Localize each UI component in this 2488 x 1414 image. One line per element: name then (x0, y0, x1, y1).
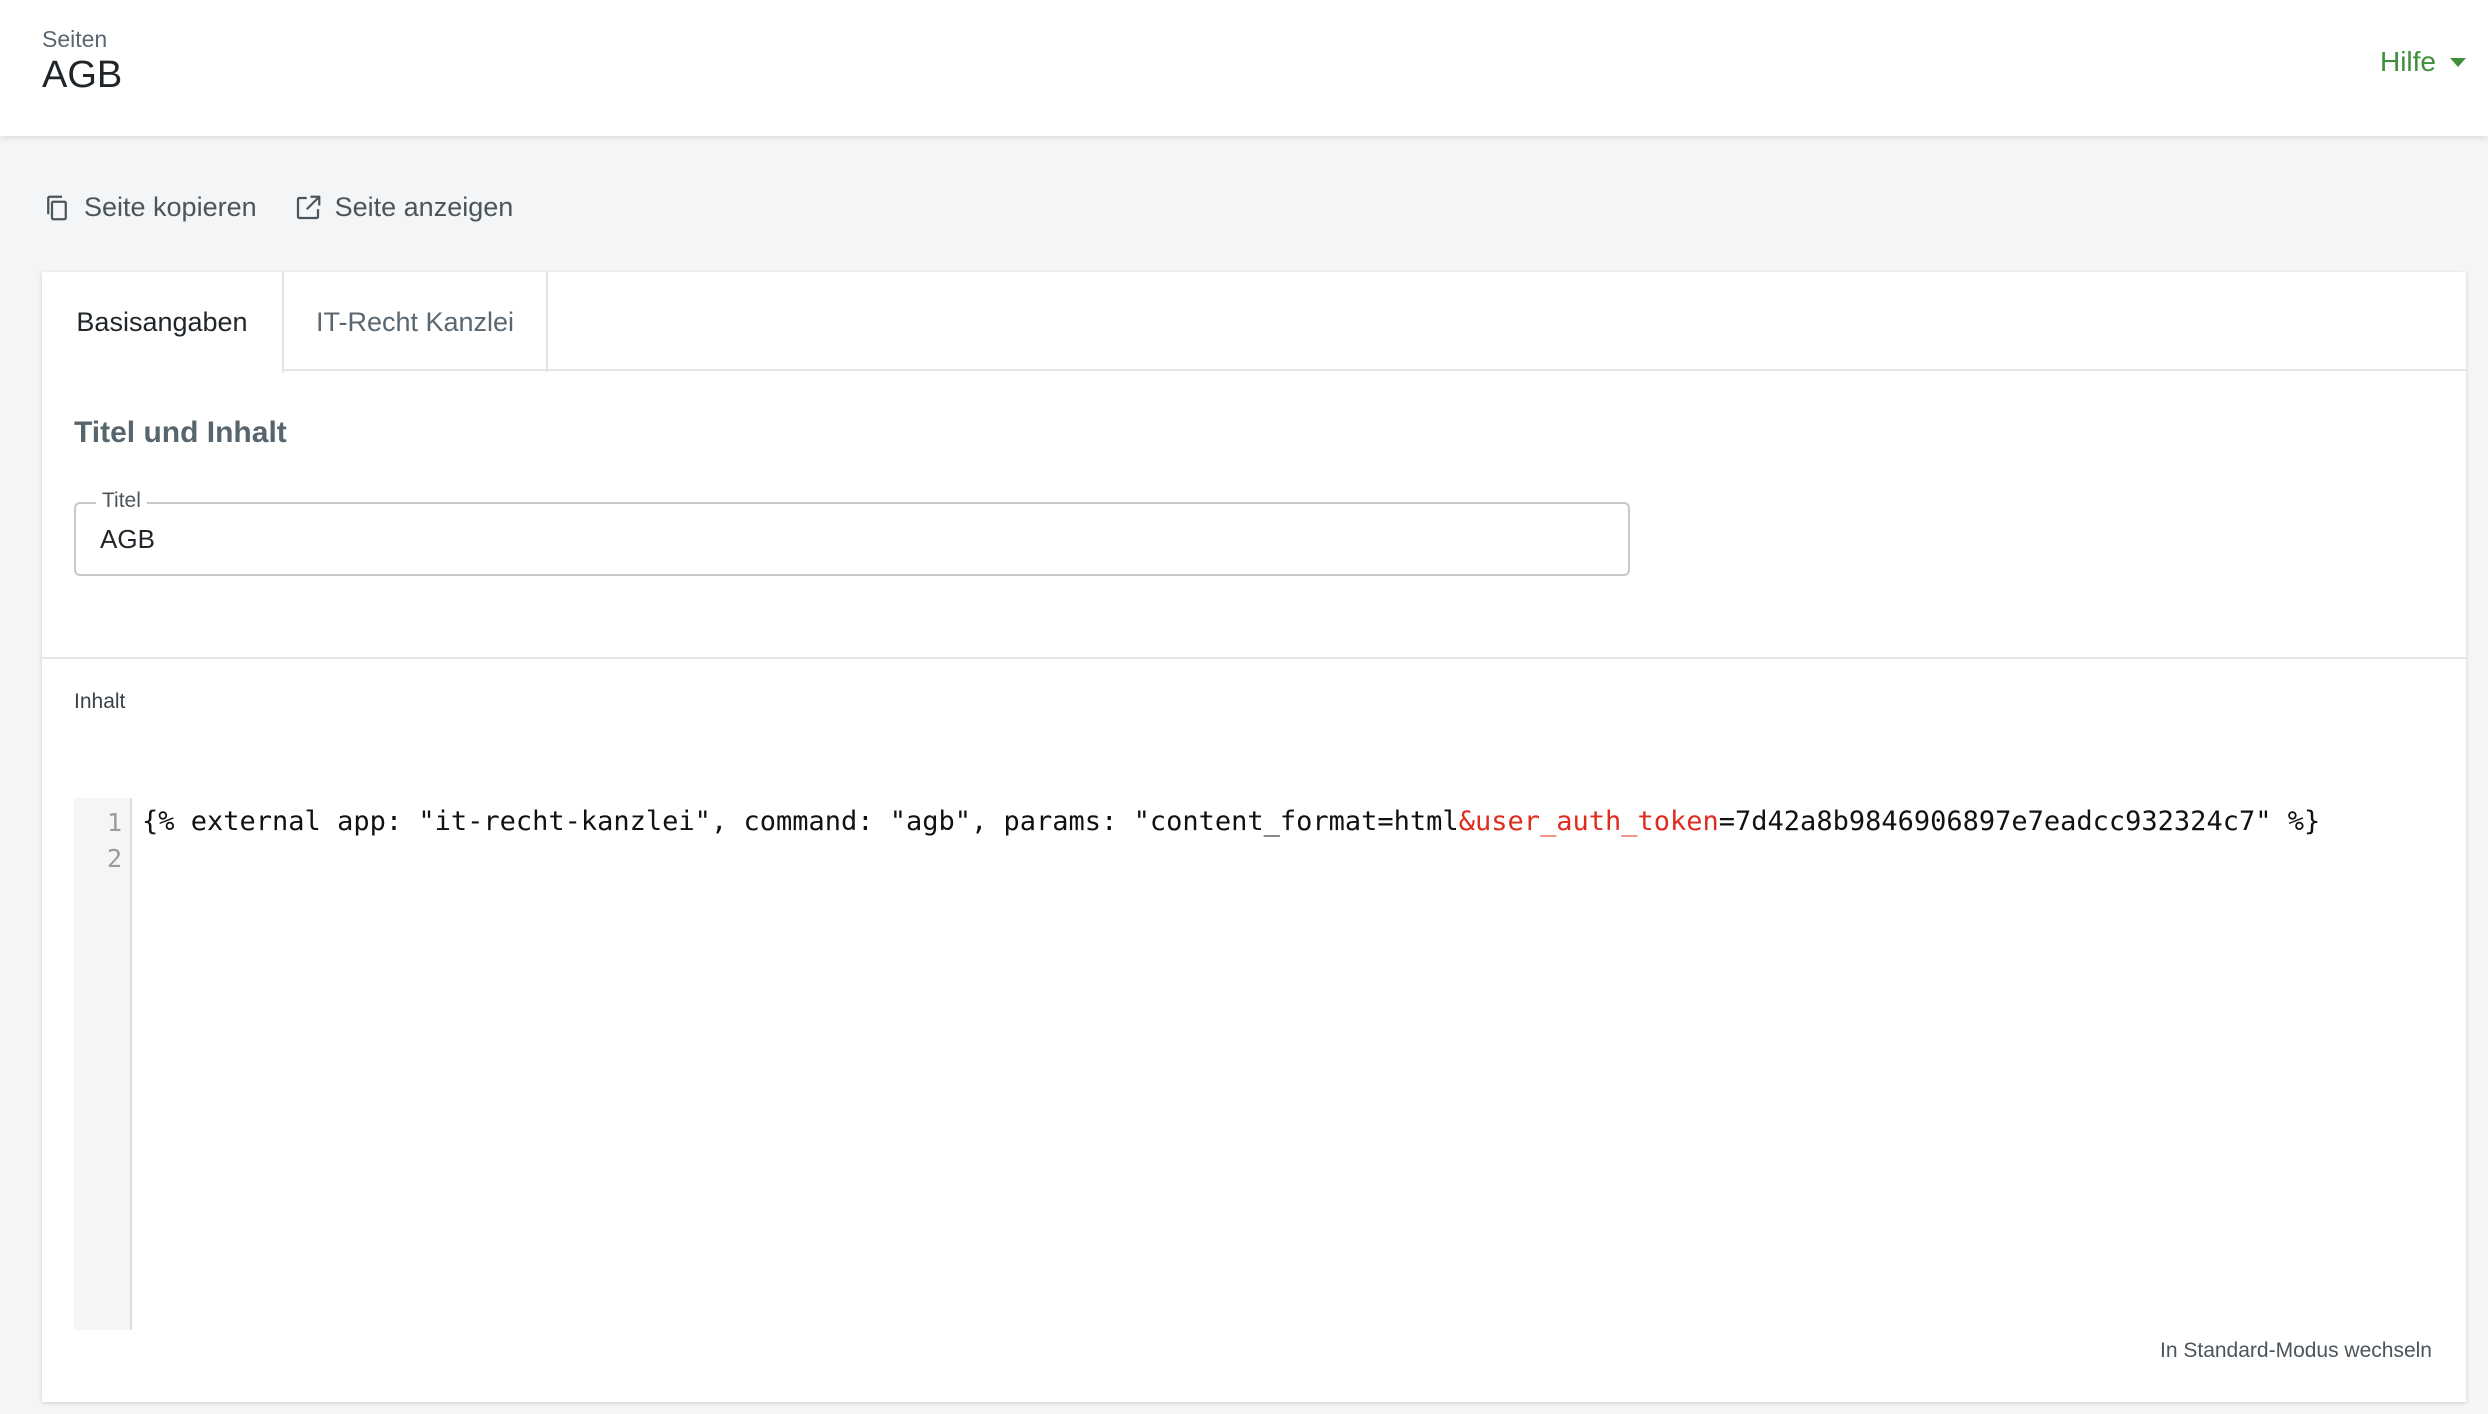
view-page-label: Seite anzeigen (334, 192, 514, 222)
code-token-highlight: &user_auth_token (1458, 806, 1719, 837)
external-link-icon (296, 195, 320, 219)
line-number-gutter: 1 2 (74, 798, 132, 1330)
code-editor[interactable]: 1 2 {% external app: "it-recht-kanzlei",… (74, 798, 2448, 1330)
help-menu-button[interactable]: Hilfe (2380, 46, 2466, 78)
title-field-label: Titel (96, 489, 147, 513)
content-label: Inhalt (74, 690, 126, 713)
line-number: 2 (106, 844, 122, 873)
title-input[interactable]: AGB (100, 524, 155, 555)
tab-bar: Basisangaben IT-Recht Kanzlei (42, 272, 2466, 373)
page-actions: Seite kopieren Seite anzeigen (42, 192, 513, 223)
line-number: 1 (106, 808, 122, 837)
title-field[interactable]: Titel AGB (74, 489, 1630, 576)
copy-page-button[interactable]: Seite kopieren (42, 192, 257, 223)
page-title: AGB (42, 54, 123, 96)
copy-icon (47, 195, 67, 220)
code-line[interactable]: {% external app: "it-recht-kanzlei", com… (142, 806, 2320, 837)
tab-basisangaben[interactable]: Basisangaben (42, 272, 284, 373)
page-edit-card: Basisangaben IT-Recht Kanzlei Titel und … (42, 272, 2466, 1402)
help-label: Hilfe (2379, 46, 2436, 77)
code-segment: =7d42a8b9846906897e7eadcc932324c7" %} (1718, 806, 2321, 837)
copy-page-label: Seite kopieren (84, 192, 257, 222)
switch-to-standard-mode-link[interactable]: In Standard-Modus wechseln (2160, 1339, 2432, 1363)
page-header: Seiten AGB Hilfe (0, 0, 2488, 136)
tab-it-recht-kanzlei[interactable]: IT-Recht Kanzlei (284, 272, 548, 372)
view-page-button[interactable]: Seite anzeigen (293, 192, 514, 223)
breadcrumb[interactable]: Seiten (42, 26, 107, 53)
caret-down-icon (2450, 57, 2466, 67)
section-divider (42, 657, 2466, 659)
code-segment: {% external app: "it-recht-kanzlei", com… (142, 806, 1459, 837)
section-heading: Titel und Inhalt (74, 416, 287, 449)
